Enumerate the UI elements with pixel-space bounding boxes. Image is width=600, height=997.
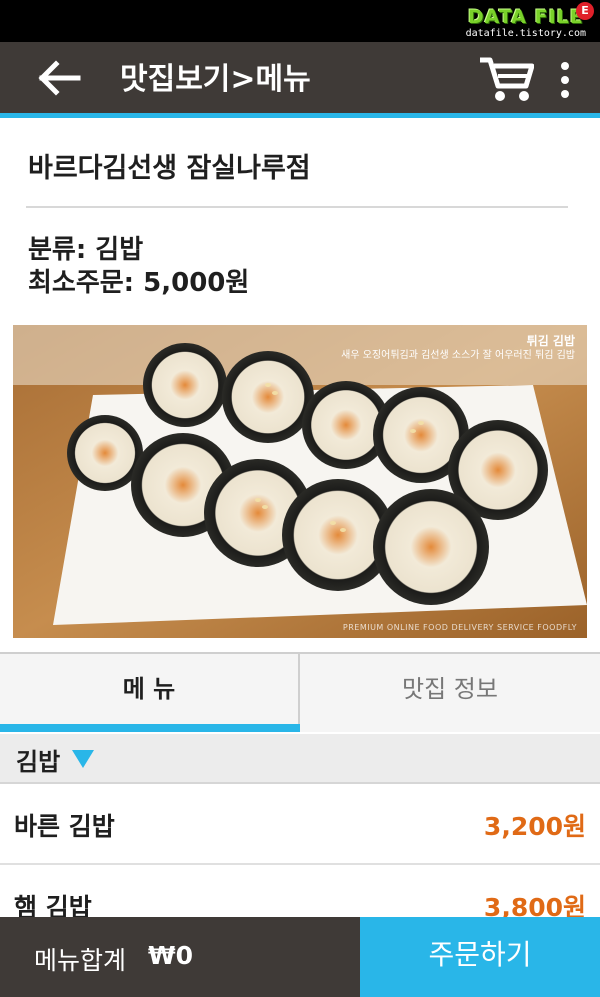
tab-bar: 메 뉴 맛집 정보 [0,652,600,732]
photo-watermark: PREMIUM ONLINE FOOD DELIVERY SERVICE FOO… [342,623,577,632]
menu-item-name: 바른 김밥 [14,812,115,841]
watermark-title: DATA FILE [467,6,584,28]
category-header[interactable]: 김밥 [0,734,600,784]
bottom-bar: 메뉴합계 ₩0 주문하기 [0,917,600,997]
photo-caption-desc: 새우 오징어튀김과 김선생 소스가 잘 어우러진 튀김 김밥 [341,350,575,361]
summary-label: 메뉴합계 [34,946,127,975]
watermark-logo: DATA FILE E datafile.tistory.com [465,2,594,40]
kimbap-photo-illustration [13,325,587,638]
photo-caption: 튀김 김밥 새우 오징어튀김과 김선생 소스가 잘 어우러진 튀김 김밥 [341,333,575,363]
menu-photo: 튀김 김밥 새우 오징어튀김과 김선생 소스가 잘 어우러진 튀김 김밥 PRE… [13,325,587,638]
menu-item-price: 3,200원 [483,812,586,841]
menu-item[interactable]: 바른 김밥 3,200원 [0,785,600,865]
store-category: 분류: 김밥 [28,235,144,265]
app-bar: 맛집보기>메뉴 [0,42,600,118]
divider [26,206,568,208]
tab-active-indicator [0,724,300,732]
tab-store-info[interactable]: 맛집 정보 [300,654,600,732]
summary-total: ₩0 [148,941,193,970]
triangle-down-icon [72,750,94,768]
order-button[interactable]: 주문하기 [360,917,600,997]
status-bar: DATA FILE E datafile.tistory.com [0,0,600,42]
store-min-order: 최소주문: 5,000원 [28,268,250,298]
cart-icon[interactable] [478,56,535,104]
watermark-url: datafile.tistory.com [465,28,586,39]
more-vert-icon[interactable] [552,60,578,100]
watermark-badge: E [576,2,594,20]
tab-menu-label: 메 뉴 [122,675,176,703]
photo-caption-title: 튀김 김밥 [526,334,575,348]
page-title: 맛집보기>메뉴 [120,62,311,97]
order-summary: 메뉴합계 ₩0 [0,917,360,997]
tab-menu[interactable]: 메 뉴 [0,654,300,732]
tab-store-info-label: 맛집 정보 [402,675,498,703]
category-label: 김밥 [16,748,61,776]
store-name: 바르다김선생 잠실나루점 [28,153,311,184]
back-arrow-icon[interactable] [36,58,84,98]
